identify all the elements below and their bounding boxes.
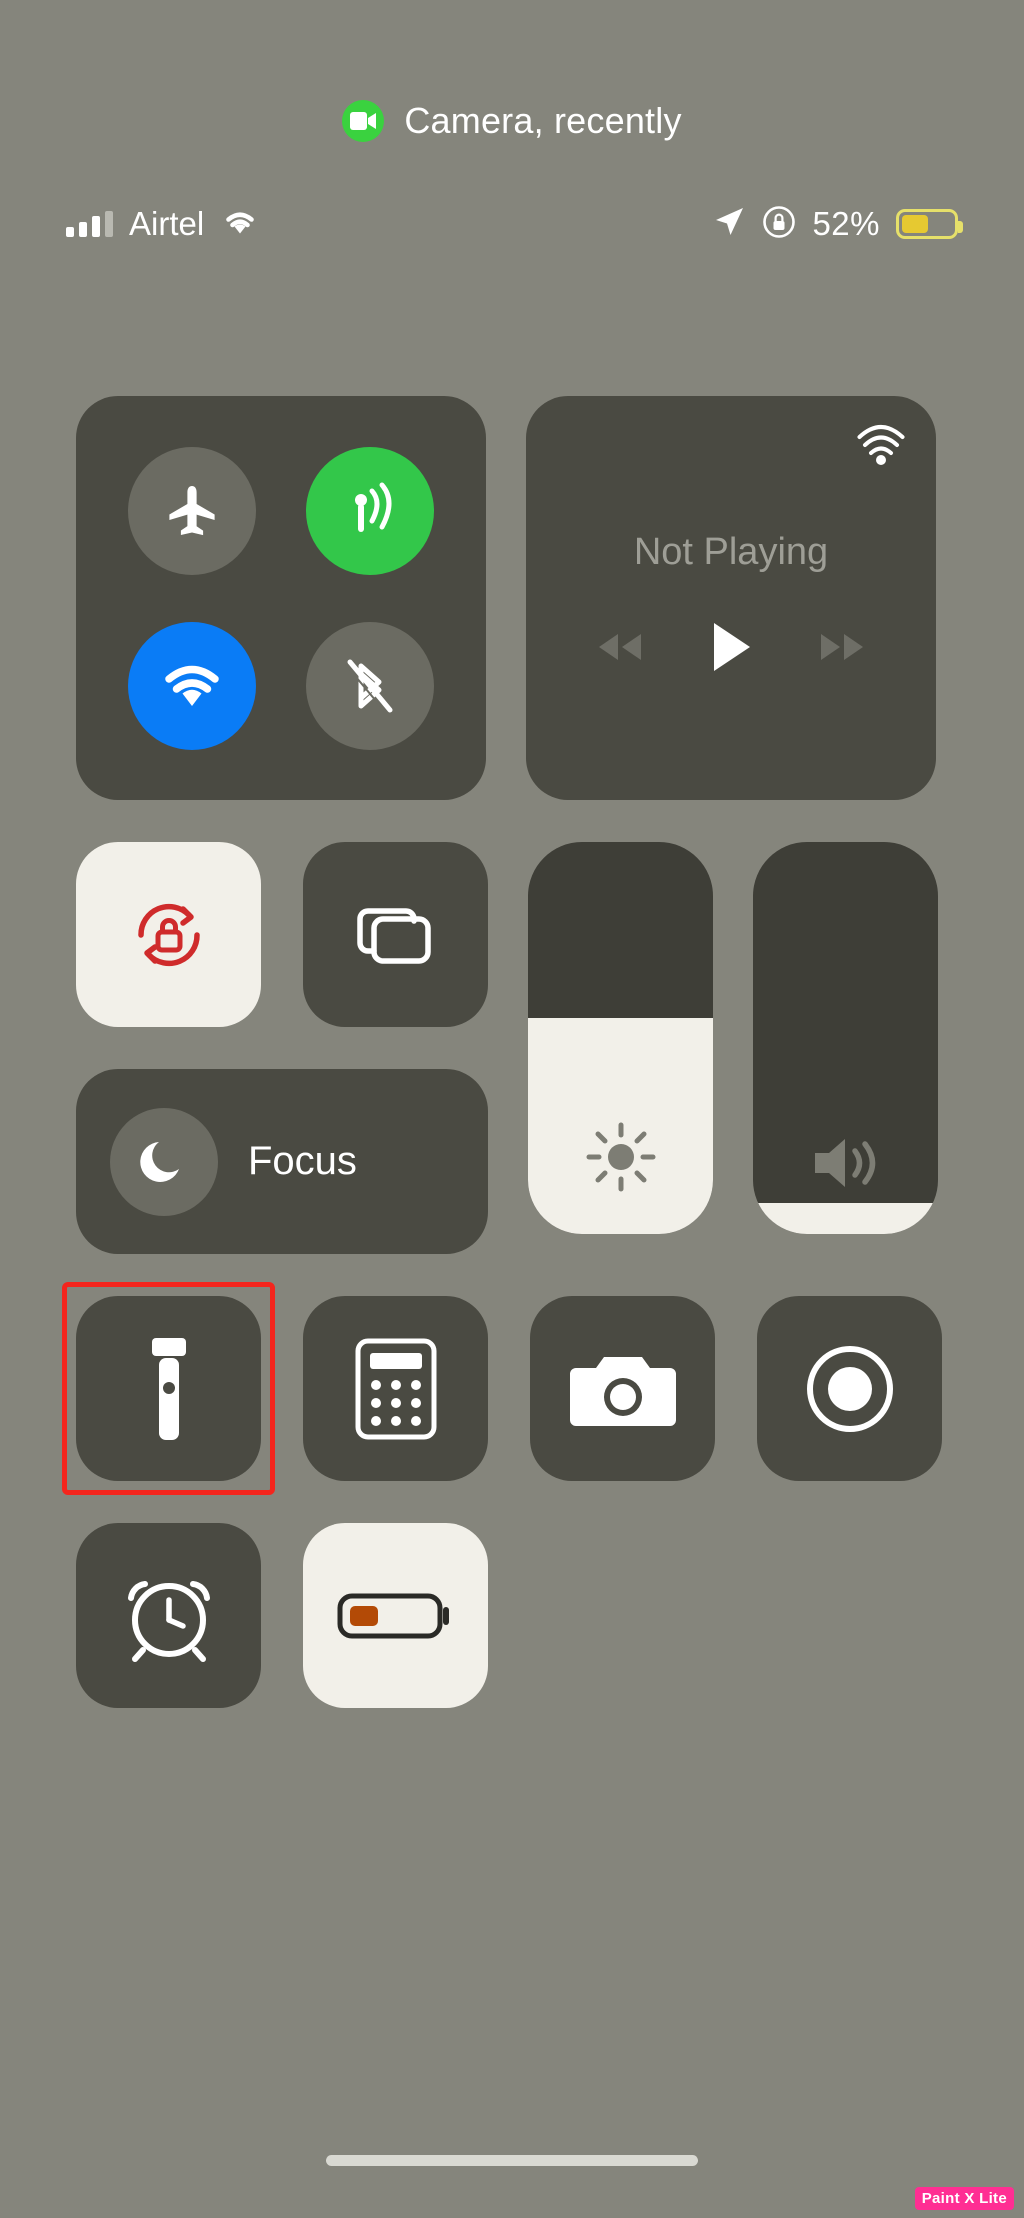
focus-toggle[interactable]: Focus bbox=[76, 1069, 488, 1254]
left-controls-stack: Focus bbox=[76, 842, 488, 1254]
battery-icon bbox=[896, 209, 963, 239]
screen-mirroring-toggle[interactable] bbox=[303, 842, 488, 1027]
control-center-grid: Not Playing Focus bbox=[62, 396, 948, 1708]
cellular-data-toggle[interactable] bbox=[306, 446, 434, 575]
wifi-toggle[interactable] bbox=[128, 621, 256, 750]
row-controls-sliders: Focus bbox=[76, 842, 948, 1254]
location-arrow-icon bbox=[712, 205, 746, 244]
focus-label: Focus bbox=[248, 1139, 357, 1183]
connectivity-module[interactable] bbox=[76, 396, 486, 800]
home-indicator[interactable] bbox=[326, 2155, 698, 2166]
media-status-text: Not Playing bbox=[633, 531, 829, 573]
play-icon[interactable] bbox=[708, 620, 754, 679]
alarm-toggle[interactable] bbox=[76, 1523, 261, 1708]
privacy-banner-text: Camera, recently bbox=[404, 100, 682, 141]
fast-forward-icon[interactable] bbox=[816, 630, 868, 669]
media-transport-controls bbox=[594, 620, 868, 679]
battery-percent: 52% bbox=[812, 205, 880, 242]
carrier-name: Airtel bbox=[129, 205, 205, 242]
status-left: Airtel bbox=[66, 205, 260, 243]
row-toggles-1 bbox=[62, 1282, 948, 1495]
volume-slider-fill bbox=[753, 1202, 938, 1234]
brightness-slider[interactable] bbox=[528, 842, 713, 1234]
flashlight-toggle[interactable] bbox=[62, 1282, 275, 1495]
volume-icon bbox=[805, 1131, 887, 1200]
airplane-mode-toggle[interactable] bbox=[128, 446, 256, 575]
low-power-mode-toggle[interactable] bbox=[303, 1523, 488, 1708]
row-connectivity-media: Not Playing bbox=[76, 396, 948, 800]
status-bar: Airtel 52% bbox=[0, 192, 1024, 256]
status-right: 52% bbox=[712, 205, 963, 244]
screen-record-toggle[interactable] bbox=[757, 1296, 942, 1481]
moon-icon bbox=[110, 1107, 218, 1216]
media-playback-module[interactable]: Not Playing bbox=[526, 396, 936, 800]
brightness-icon bbox=[583, 1119, 659, 1200]
camera-video-icon bbox=[342, 100, 385, 142]
cellular-signal-icon bbox=[66, 211, 113, 237]
camera-toggle[interactable] bbox=[530, 1296, 715, 1481]
rotation-lock-icon bbox=[762, 205, 796, 244]
volume-slider[interactable] bbox=[753, 842, 938, 1234]
rotation-lock-toggle[interactable] bbox=[76, 842, 261, 1027]
row-toggles-2 bbox=[76, 1523, 948, 1708]
row-rotation-mirroring bbox=[76, 842, 488, 1027]
watermark: Paint X Lite bbox=[914, 2187, 1014, 2210]
privacy-banner: Camera, recently bbox=[0, 100, 1024, 142]
wifi-icon bbox=[220, 207, 260, 242]
calculator-toggle[interactable] bbox=[303, 1296, 488, 1481]
bluetooth-toggle[interactable] bbox=[306, 621, 434, 750]
rewind-icon[interactable] bbox=[594, 630, 646, 669]
airplay-audio-icon[interactable] bbox=[854, 422, 908, 481]
ios-control-center: Camera, recently Airtel 52% Not Playing … bbox=[0, 0, 1024, 2218]
